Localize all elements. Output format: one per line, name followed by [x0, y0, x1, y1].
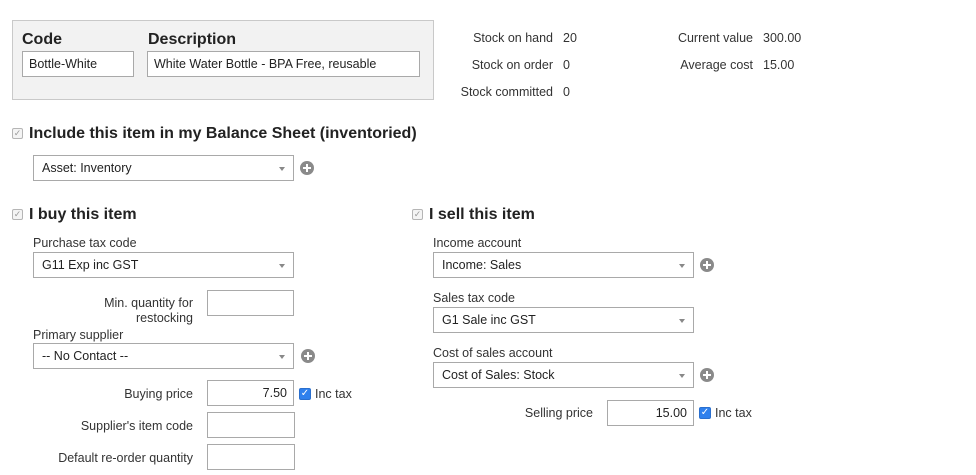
supplier-item-code-input[interactable]: [207, 412, 295, 438]
stock-on-hand-value: 20: [563, 31, 577, 45]
sell-checkbox[interactable]: ✓: [412, 209, 423, 220]
balance-sheet-label: Include this item in my Balance Sheet (i…: [29, 125, 417, 142]
chevron-down-icon: [279, 355, 285, 359]
purchase-tax-label: Purchase tax code: [33, 236, 137, 250]
plus-circle-icon[interactable]: [300, 161, 314, 175]
checkmark-icon: ✓: [413, 209, 422, 219]
buying-price-input[interactable]: 7.50: [207, 380, 294, 406]
sell-section-label: I sell this item: [429, 206, 535, 223]
purchase-tax-select[interactable]: G11 Exp inc GST: [33, 252, 294, 278]
selling-price-label: Selling price: [524, 406, 593, 420]
cost-of-sales-label: Cost of sales account: [433, 346, 553, 360]
sell-inc-tax-label: Inc tax: [715, 406, 752, 420]
description-heading: Description: [148, 31, 237, 48]
cost-of-sales-select[interactable]: Cost of Sales: Stock: [433, 362, 694, 388]
reorder-qty-input[interactable]: [207, 444, 295, 470]
checkmark-icon: ✓: [13, 128, 22, 138]
sell-inc-tax-checkbox[interactable]: ✓: [699, 407, 711, 419]
stock-on-order-label: Stock on order: [471, 58, 553, 72]
sales-tax-select[interactable]: G1 Sale inc GST: [433, 307, 694, 333]
income-account-value: Income: Sales: [442, 258, 522, 272]
min-qty-label-line1: Min. quantity for: [104, 296, 193, 310]
average-cost-label: Average cost: [680, 58, 753, 72]
min-qty-input[interactable]: [207, 290, 294, 316]
reorder-qty-label: Default re-order quantity: [58, 451, 193, 465]
buy-section-label: I buy this item: [29, 206, 137, 223]
stock-committed-value: 0: [563, 85, 570, 99]
chevron-down-icon: [279, 167, 285, 171]
checkmark-icon: ✓: [13, 209, 22, 219]
sales-tax-label: Sales tax code: [433, 291, 515, 305]
checkmark-icon: ✓: [700, 407, 710, 418]
min-qty-label-line2: restocking: [136, 311, 193, 325]
checkmark-icon: ✓: [300, 388, 310, 399]
balance-sheet-account-value: Asset: Inventory: [42, 161, 132, 175]
income-account-label: Income account: [433, 236, 522, 250]
income-account-select[interactable]: Income: Sales: [433, 252, 694, 278]
primary-supplier-select[interactable]: -- No Contact --: [33, 343, 294, 369]
cost-of-sales-value: Cost of Sales: Stock: [442, 368, 555, 382]
current-value-label: Current value: [677, 31, 753, 45]
buying-price-label: Buying price: [124, 387, 193, 401]
current-value-value: 300.00: [763, 31, 802, 45]
buy-inc-tax-label: Inc tax: [315, 387, 352, 401]
balance-sheet-checkbox[interactable]: ✓: [12, 128, 23, 139]
stock-on-order-value: 0: [563, 58, 570, 72]
stock-committed-label: Stock committed: [460, 85, 553, 99]
buy-inc-tax-checkbox[interactable]: ✓: [299, 388, 311, 400]
primary-supplier-label: Primary supplier: [33, 328, 124, 342]
sales-tax-value: G1 Sale inc GST: [442, 313, 536, 327]
chevron-down-icon: [679, 319, 685, 323]
balance-sheet-account-select[interactable]: Asset: Inventory: [33, 155, 294, 181]
average-cost-value: 15.00: [763, 58, 795, 72]
stock-on-hand-label: Stock on hand: [473, 31, 553, 45]
primary-supplier-value: -- No Contact --: [42, 349, 129, 363]
description-input[interactable]: White Water Bottle - BPA Free, reusable: [147, 51, 420, 77]
chevron-down-icon: [279, 264, 285, 268]
selling-price-input[interactable]: 15.00: [607, 400, 694, 426]
buy-checkbox[interactable]: ✓: [12, 209, 23, 220]
plus-circle-icon[interactable]: [700, 368, 714, 382]
code-heading: Code: [22, 31, 62, 48]
chevron-down-icon: [679, 264, 685, 268]
plus-circle-icon[interactable]: [700, 258, 714, 272]
chevron-down-icon: [679, 374, 685, 378]
code-input[interactable]: Bottle-White: [22, 51, 134, 77]
plus-circle-icon[interactable]: [301, 349, 315, 363]
supplier-item-code-label: Supplier's item code: [80, 419, 193, 433]
purchase-tax-value: G11 Exp inc GST: [42, 258, 139, 272]
